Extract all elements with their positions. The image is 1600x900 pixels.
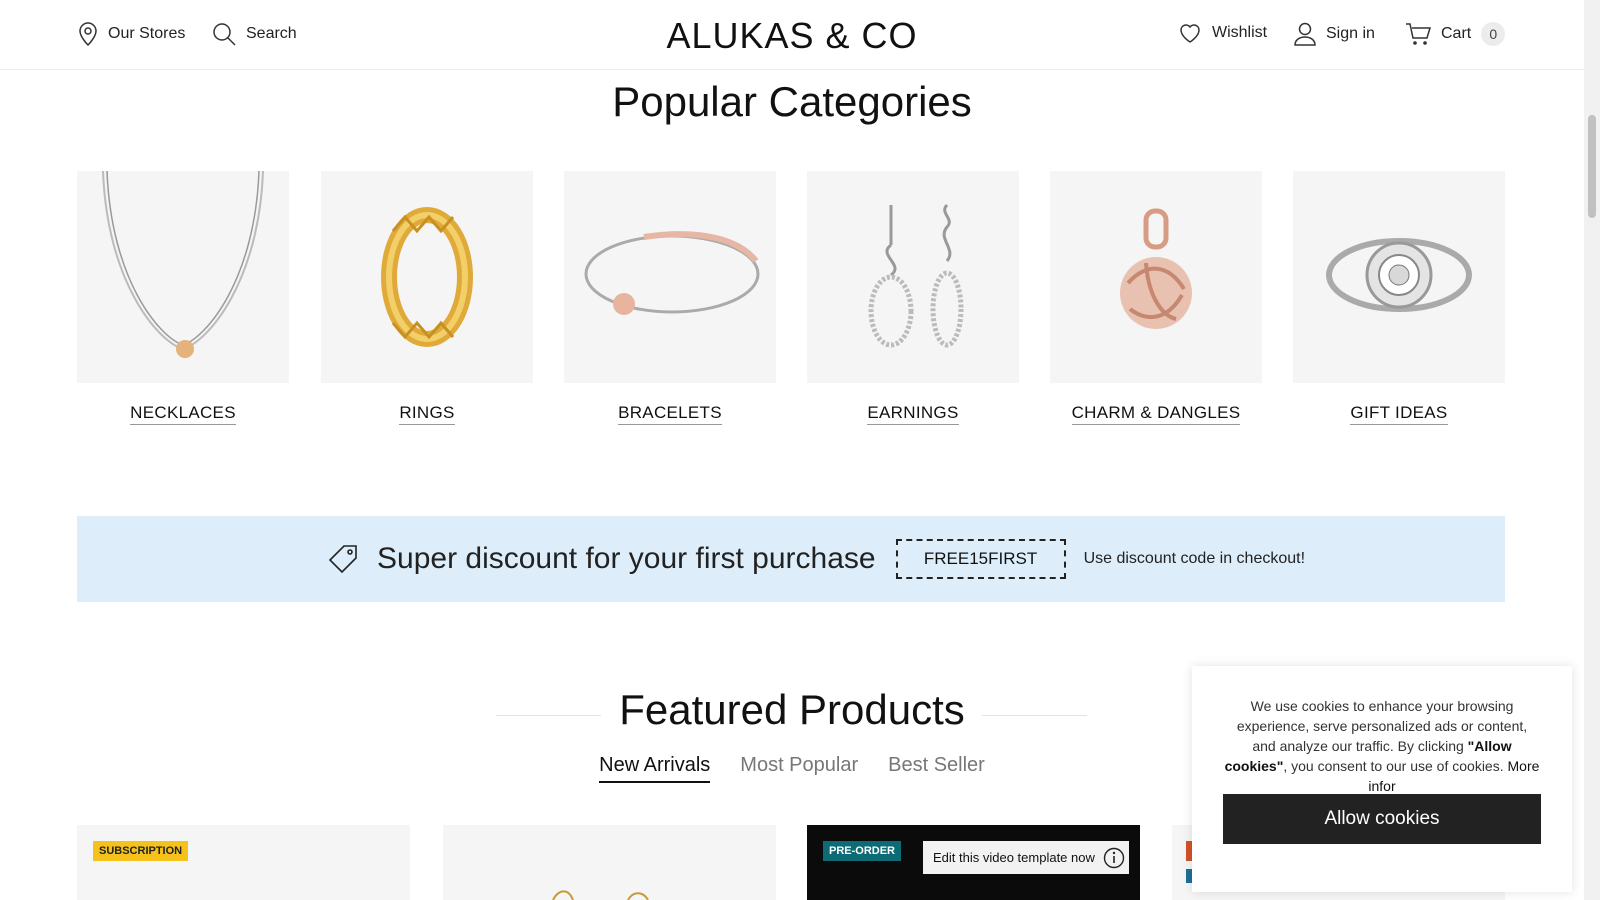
user-icon [1294,22,1316,46]
edit-video-template-button[interactable]: Edit this video template now [923,841,1129,874]
discount-note: Use discount code in checkout! [1083,550,1306,567]
scrollbar-thumb[interactable] [1588,115,1596,218]
cookie-text: We use cookies to enhance your browsing … [1224,696,1540,796]
cart-count-badge: 0 [1481,22,1506,46]
category-charm-dangles[interactable]: CHARM & DANGLES [1050,171,1262,425]
popular-categories-title: Popular Categories [612,78,972,125]
gift-ring-image[interactable] [1293,171,1505,383]
subscription-badge: SUBSCRIPTION [93,841,189,861]
tab-most-popular[interactable]: Most Popular [740,754,858,783]
bracelet-image[interactable] [564,171,776,383]
product-card[interactable]: SUBSCRIPTION [77,825,410,900]
allow-cookies-button[interactable]: Allow cookies [1223,794,1541,844]
discount-text: Super discount for your first purchase [377,542,876,575]
charm-image[interactable] [1050,171,1262,383]
wishlist-link[interactable]: Wishlist [1178,22,1267,44]
site-header: Our Stores Search ALUKAS & CO Wishlist S… [0,0,1584,70]
category-label[interactable]: BRACELETS [618,403,722,425]
discount-banner: Super discount for your first purchase F… [77,516,1505,602]
ring-image[interactable] [321,171,533,383]
edit-video-label: Edit this video template now [933,850,1095,865]
product-image [552,890,649,900]
category-necklaces[interactable]: NECKLACES [77,171,289,425]
info-icon [1103,847,1125,868]
cart-link[interactable]: Cart 0 [1405,22,1506,46]
category-label[interactable]: NECKLACES [130,403,236,425]
heart-icon [1180,24,1200,43]
product-card-video[interactable]: PRE-ORDER Edit this video template now [807,825,1140,900]
category-label[interactable]: EARNINGS [867,403,959,425]
category-label[interactable]: CHARM & DANGLES [1071,403,1241,425]
cart-icon [1406,23,1431,45]
signin-label: Sign in [1326,25,1375,42]
tab-best-seller[interactable]: Best Seller [888,754,985,783]
cart-label: Cart [1441,25,1472,42]
category-bracelets[interactable]: BRACELETS [564,171,776,425]
category-label[interactable]: GIFT IDEAS [1350,403,1448,425]
discount-code[interactable]: FREE15FIRST [895,539,1066,579]
category-earnings[interactable]: EARNINGS [807,171,1019,425]
tab-new-arrivals[interactable]: New Arrivals [599,754,711,783]
product-card[interactable] [443,825,776,900]
page-scrollbar[interactable] [1584,0,1600,900]
earrings-image[interactable] [807,171,1019,383]
signin-link[interactable]: Sign in [1294,22,1375,46]
wishlist-label: Wishlist [1212,24,1268,41]
necklace-image[interactable] [77,171,289,383]
tag-icon [328,545,357,574]
category-gift-ideas[interactable]: GIFT IDEAS [1293,171,1505,425]
preorder-badge: PRE-ORDER [823,841,902,861]
cookie-consent-popup: We use cookies to enhance your browsing … [1192,666,1572,892]
category-rings[interactable]: RINGS [321,171,533,425]
category-label[interactable]: RINGS [399,403,455,425]
cookie-text-after: , you consent to our use of cookies. [1283,758,1508,774]
